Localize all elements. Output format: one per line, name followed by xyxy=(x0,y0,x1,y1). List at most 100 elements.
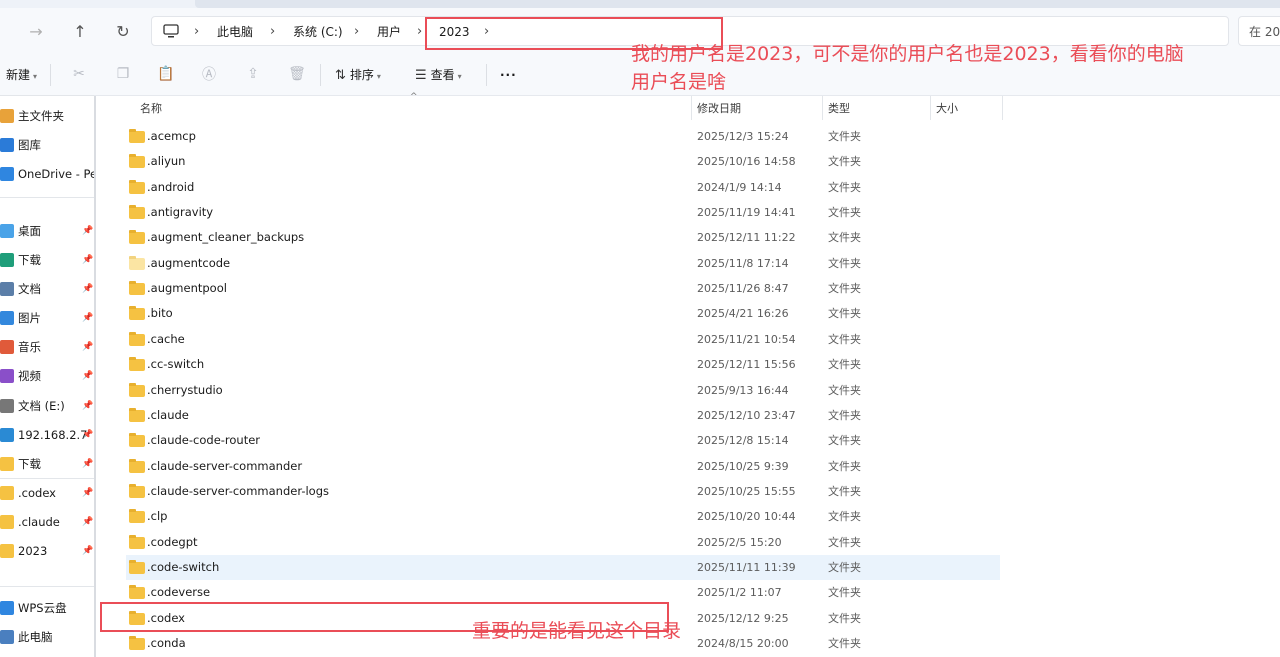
column-divider[interactable] xyxy=(691,96,692,120)
sidebar-item[interactable]: 视频 📌 xyxy=(0,364,96,388)
breadcrumb-this-pc[interactable]: 此电脑 xyxy=(217,17,253,47)
folder-icon xyxy=(0,399,14,413)
pin-icon[interactable]: 📌 xyxy=(82,539,93,563)
file-row[interactable]: .claude 2025/12/10 23:47 文件夹 xyxy=(126,403,1000,428)
column-divider[interactable] xyxy=(1002,96,1003,120)
toolbar-divider xyxy=(50,64,51,86)
file-row[interactable]: .cache 2025/11/21 10:54 文件夹 xyxy=(126,327,1000,352)
sidebar-item[interactable]: 桌面 📌 xyxy=(0,219,96,243)
view-label: 查看 xyxy=(430,68,455,82)
pin-icon[interactable]: 📌 xyxy=(82,306,93,330)
file-row[interactable]: .claude-server-commander 2025/10/25 9:39 文… xyxy=(126,454,1000,479)
file-row[interactable]: .bito 2025/4/21 16:26 文件夹 xyxy=(126,301,1000,326)
pin-icon[interactable]: 📌 xyxy=(82,481,93,505)
sidebar-item-label: 主文件夹 xyxy=(18,109,64,123)
sidebar-separator xyxy=(0,197,94,198)
column-header-date[interactable]: 修改日期 xyxy=(697,96,741,121)
file-row[interactable]: .augment_cleaner_backups 2025/12/11 11:22… xyxy=(126,225,1000,250)
pin-icon[interactable]: 📌 xyxy=(82,510,93,534)
file-name: .cherrystudio xyxy=(147,382,223,397)
file-row[interactable]: .cherrystudio 2025/9/13 16:44 文件夹 xyxy=(126,378,1000,403)
sidebar-item-label: 图片 xyxy=(18,311,41,325)
folder-icon xyxy=(0,282,14,296)
delete-icon[interactable]: 🗑 xyxy=(288,65,306,83)
sidebar-item[interactable]: 主文件夹 xyxy=(0,104,96,128)
up-icon[interactable]: ↑ xyxy=(66,17,94,45)
file-date: 2025/11/11 11:39 xyxy=(697,560,796,574)
file-row[interactable]: .clp 2025/10/20 10:44 文件夹 xyxy=(126,504,1000,529)
breadcrumb-system-c[interactable]: 系统 (C:) xyxy=(293,17,343,47)
file-name: .augmentcode xyxy=(147,255,231,270)
file-row[interactable]: .augmentpool 2025/11/26 8:47 文件夹 xyxy=(126,276,1000,301)
copy-icon[interactable]: ❐ xyxy=(114,65,132,83)
file-row[interactable]: .codegpt 2025/2/5 15:20 文件夹 xyxy=(126,530,1000,555)
tab-strip xyxy=(195,0,1280,8)
sidebar-item[interactable]: 192.168.2.7 📌 xyxy=(0,423,96,447)
file-row[interactable]: .claude-server-commander-logs 2025/10/25 … xyxy=(126,479,1000,504)
sort-button[interactable]: ⇅ 排序 ▾ xyxy=(335,54,381,96)
file-date: 2025/11/19 14:41 xyxy=(697,206,796,220)
sidebar-item[interactable]: 下载 📌 xyxy=(0,248,96,272)
sidebar-item-label: 下载 xyxy=(18,457,41,471)
file-list: ^ 名称 修改日期 类型 大小 .acemcp 2025/12/3 15:24 文件… xyxy=(110,92,1280,657)
file-row[interactable]: .acemcp 2025/12/3 15:24 文件夹 xyxy=(126,124,1000,149)
sidebar-item[interactable]: 文档 📌 xyxy=(0,277,96,301)
column-divider[interactable] xyxy=(930,96,931,120)
file-row[interactable]: .code-switch 2025/11/11 11:39 文件夹 xyxy=(126,554,1000,580)
pin-icon[interactable]: 📌 xyxy=(82,277,93,301)
file-row[interactable]: .cc-switch 2025/12/11 15:56 文件夹 xyxy=(126,352,1000,377)
folder-icon xyxy=(129,458,145,473)
file-row[interactable]: .aliyun 2025/10/16 14:58 文件夹 xyxy=(126,149,1000,174)
column-header-name[interactable]: 名称 xyxy=(140,96,162,121)
column-header-size[interactable]: 大小 xyxy=(936,96,958,121)
refresh-icon[interactable]: ↻ xyxy=(109,17,137,45)
paste-icon[interactable]: 📋 xyxy=(157,65,175,83)
file-name: .augmentpool xyxy=(147,281,227,296)
sidebar-item[interactable]: WPS云盘 xyxy=(0,596,96,620)
sidebar-item[interactable]: 此电脑 xyxy=(0,625,96,649)
file-date: 2025/12/12 9:25 xyxy=(697,611,789,625)
column-divider[interactable] xyxy=(822,96,823,120)
sidebar-item[interactable]: 2023 📌 xyxy=(0,539,96,563)
sidebar-item-label: 文档 xyxy=(18,282,41,296)
sidebar-item[interactable]: 图片 📌 xyxy=(0,306,96,330)
sidebar-item[interactable]: 文档 (E:) 📌 xyxy=(0,394,96,418)
cut-icon[interactable]: ✂ xyxy=(70,65,88,83)
file-row[interactable]: .augmentcode 2025/11/8 17:14 文件夹 xyxy=(126,251,1000,276)
file-row[interactable]: .android 2024/1/9 14:14 文件夹 xyxy=(126,175,1000,200)
chevron-right-icon: › xyxy=(354,24,360,39)
sidebar-item[interactable]: 下载 📌 xyxy=(0,452,96,476)
pin-icon[interactable]: 📌 xyxy=(82,364,93,388)
file-row[interactable]: .antigravity 2025/11/19 14:41 文件夹 xyxy=(126,200,1000,225)
sidebar-scrollbar[interactable] xyxy=(94,96,96,657)
file-date: 2025/10/25 9:39 xyxy=(697,459,789,473)
sidebar-item[interactable]: 音乐 📌 xyxy=(0,335,96,359)
pin-icon[interactable]: 📌 xyxy=(82,423,93,447)
more-options-button[interactable]: ··· xyxy=(500,54,517,96)
search-input[interactable]: 在 20 xyxy=(1238,16,1280,46)
sidebar-item[interactable]: .codex 📌 xyxy=(0,481,96,505)
share-icon[interactable]: ⇪ xyxy=(244,65,262,83)
column-header-type[interactable]: 类型 xyxy=(828,96,850,121)
file-row[interactable]: .claude-code-router 2025/12/8 15:14 文件夹 xyxy=(126,428,1000,453)
folder-icon xyxy=(0,224,14,238)
sort-ascending-icon: ^ xyxy=(410,92,418,102)
pin-icon[interactable]: 📌 xyxy=(82,335,93,359)
rename-icon[interactable]: Ⓐ xyxy=(200,65,218,83)
pin-icon[interactable]: 📌 xyxy=(82,219,93,243)
forward-icon[interactable]: → xyxy=(22,17,50,45)
sidebar-item[interactable]: 图库 xyxy=(0,133,96,157)
sidebar-item[interactable]: OneDrive - Per xyxy=(0,162,96,186)
sort-icon: ⇅ xyxy=(335,68,346,83)
pin-icon[interactable]: 📌 xyxy=(82,248,93,272)
pin-icon[interactable]: 📌 xyxy=(82,452,93,476)
new-button[interactable]: 新建 ▾ xyxy=(6,54,37,96)
breadcrumb-users[interactable]: 用户 xyxy=(377,17,401,47)
sidebar-item[interactable]: .claude 📌 xyxy=(0,510,96,534)
sidebar-item-label: 2023 xyxy=(18,544,48,558)
view-button[interactable]: ☰ 查看 ▾ xyxy=(415,54,462,96)
sidebar-item-label: 桌面 xyxy=(18,224,41,238)
sidebar-item-label: WPS云盘 xyxy=(18,601,67,615)
file-name: .augment_cleaner_backups xyxy=(147,230,305,245)
pin-icon[interactable]: 📌 xyxy=(82,394,93,418)
